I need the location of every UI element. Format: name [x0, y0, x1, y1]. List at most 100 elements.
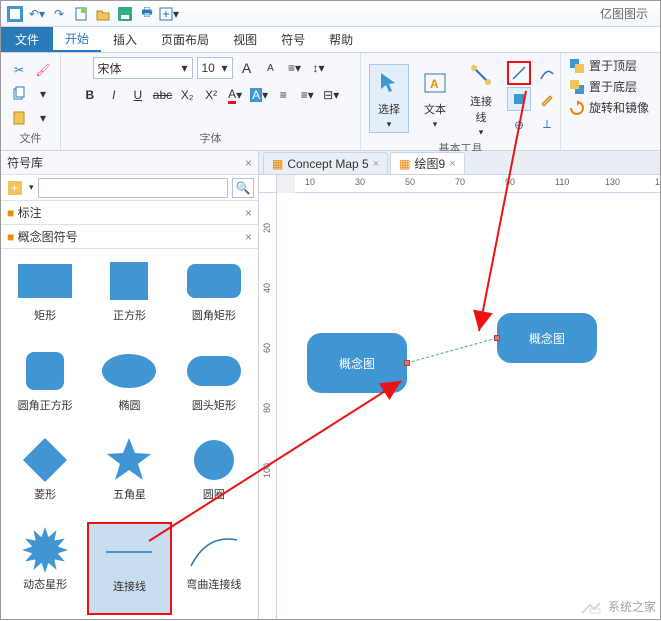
doc-tab-1[interactable]: ▦Concept Map 5×: [263, 152, 388, 174]
shape-diamond[interactable]: 菱形: [3, 432, 87, 522]
shapes-grid: 矩形 正方形 圆角矩形 圆角正方形 椭圆 圆头矩形 菱形 五角星 圆圈 动态星形…: [1, 249, 258, 619]
bold-button[interactable]: B: [80, 85, 100, 105]
quick-access-toolbar: ↶▾ ↷ 🖶 ▾: [5, 4, 179, 24]
redo-button[interactable]: ↷: [49, 4, 69, 24]
shape-rectangle[interactable]: 矩形: [3, 253, 87, 343]
select-tool-button[interactable]: 选择▾: [369, 64, 409, 133]
symbol-library-panel: 符号库 × + ▾ 🔍 ■ 标注× ■ 概念图符号× 矩形 正方形 圆角矩形 圆…: [1, 151, 259, 619]
connector-handle[interactable]: [494, 335, 500, 341]
concept-node-1[interactable]: 概念图: [307, 333, 407, 393]
font-color-button[interactable]: A▾: [225, 85, 245, 105]
doc-tab-2[interactable]: ▦绘图9×: [390, 152, 464, 174]
strike-button[interactable]: abc: [152, 85, 173, 105]
cursor-icon: [373, 67, 405, 99]
svg-text:A: A: [430, 77, 439, 91]
export-button[interactable]: ▾: [159, 4, 179, 24]
add-library-button[interactable]: +: [5, 178, 25, 198]
panel-title-bar: 符号库 ×: [1, 151, 258, 175]
align-left-icon[interactable]: ≡: [273, 85, 293, 105]
workspace: 符号库 × + ▾ 🔍 ■ 标注× ■ 概念图符号× 矩形 正方形 圆角矩形 圆…: [1, 151, 660, 619]
svg-text:+: +: [11, 181, 18, 195]
menu-bar: 文件 开始 插入 页面布局 视图 符号 帮助: [1, 27, 660, 53]
cut-icon[interactable]: ✂: [9, 60, 29, 80]
open-button[interactable]: [93, 4, 113, 24]
new-button[interactable]: [71, 4, 91, 24]
shape-stadium[interactable]: 圆头矩形: [172, 343, 256, 433]
font-shrink-button[interactable]: A: [261, 58, 281, 78]
line-tool-button[interactable]: [507, 61, 531, 85]
shape-burst[interactable]: 动态星形: [3, 522, 87, 616]
shape-rounded-rect[interactable]: 圆角矩形: [172, 253, 256, 343]
brush-icon[interactable]: 🖌: [33, 60, 53, 80]
panel-search-row: + ▾ 🔍: [1, 175, 258, 201]
title-bar: ↶▾ ↷ 🖶 ▾ 亿图图示: [1, 1, 660, 27]
curve-tool-button[interactable]: [535, 61, 559, 85]
search-input[interactable]: [38, 178, 228, 198]
group-label-file: 文件: [9, 130, 52, 146]
italic-button[interactable]: I: [104, 85, 124, 105]
search-button[interactable]: 🔍: [232, 178, 254, 198]
connector-tool-button[interactable]: 连接线▾: [461, 57, 501, 140]
shape-connector-line[interactable]: 连接线: [87, 522, 171, 616]
clipboard-more[interactable]: ▾: [33, 108, 53, 128]
canvas[interactable]: 概念图 概念图: [277, 193, 660, 619]
rotate-button[interactable]: 旋转和镜像: [569, 99, 649, 116]
category-callout[interactable]: ■ 标注×: [1, 201, 258, 225]
shape-ellipse[interactable]: 椭圆: [87, 343, 171, 433]
panel-title: 符号库: [7, 154, 43, 171]
send-back-button[interactable]: 置于底层: [569, 78, 637, 95]
font-size-select[interactable]: 10▾: [197, 57, 233, 79]
watermark: 系统之家: [580, 597, 656, 615]
font-name-select[interactable]: 宋体▾: [93, 57, 193, 79]
text-tool-button[interactable]: A 文本▾: [415, 65, 455, 132]
highlight-button[interactable]: A▾: [249, 85, 269, 105]
tab-layout[interactable]: 页面布局: [149, 27, 221, 52]
tab-home[interactable]: 开始: [53, 27, 101, 52]
tab-insert[interactable]: 插入: [101, 27, 149, 52]
close-icon[interactable]: ×: [373, 158, 379, 170]
print-button[interactable]: 🖶: [137, 4, 157, 24]
ribbon: ✂🖌 ▾ ▾ 文件 宋体▾ 10▾ A A ≡▾ ↕▾ B I U abc X₂…: [1, 53, 660, 151]
tab-help[interactable]: 帮助: [317, 27, 365, 52]
panel-close-button[interactable]: ×: [245, 156, 252, 170]
app-title: 亿图图示: [179, 5, 656, 22]
close-icon[interactable]: ×: [449, 158, 455, 170]
shape-square[interactable]: 正方形: [87, 253, 171, 343]
crop-tool-button[interactable]: ⟂: [535, 113, 559, 137]
file-tab[interactable]: 文件: [1, 27, 53, 52]
anchor-tool-button[interactable]: ⊕: [507, 113, 531, 137]
subscript-button[interactable]: X₂: [177, 85, 197, 105]
pen-tool-button[interactable]: [535, 87, 559, 111]
ruler-vertical: 20406080100: [259, 193, 277, 619]
category-concept[interactable]: ■ 概念图符号×: [1, 225, 258, 249]
copy-icon[interactable]: [9, 84, 29, 104]
bring-front-button[interactable]: 置于顶层: [569, 57, 637, 74]
text-icon: A: [419, 67, 451, 99]
concept-node-2[interactable]: 概念图: [497, 313, 597, 363]
clipboard-icon[interactable]: [9, 108, 29, 128]
shape-tool-button[interactable]: [507, 87, 531, 111]
linespace-icon[interactable]: ↕▾: [309, 58, 329, 78]
shape-rounded-square[interactable]: 圆角正方形: [3, 343, 87, 433]
logo-icon[interactable]: [5, 4, 25, 24]
tab-symbol[interactable]: 符号: [269, 27, 317, 52]
save-button[interactable]: [115, 4, 135, 24]
group-tools: 选择▾ A 文本▾ 连接线▾ ⊕: [361, 53, 561, 150]
bullets-icon[interactable]: ≡▾: [285, 58, 305, 78]
underline-button[interactable]: U: [128, 85, 148, 105]
canvas-area: ▦Concept Map 5× ▦绘图9× 103050709011013015…: [259, 151, 660, 619]
document-tabs: ▦Concept Map 5× ▦绘图9×: [259, 151, 660, 175]
shape-curved-connector[interactable]: 弯曲连接线: [172, 522, 256, 616]
paste-icon[interactable]: ▾: [33, 84, 53, 104]
shape-circle[interactable]: 圆圈: [172, 432, 256, 522]
align-vert-icon[interactable]: ⊟▾: [321, 85, 341, 105]
superscript-button[interactable]: X²: [201, 85, 221, 105]
align-center-icon[interactable]: ≡▾: [297, 85, 317, 105]
tab-view[interactable]: 视图: [221, 27, 269, 52]
group-font: 宋体▾ 10▾ A A ≡▾ ↕▾ B I U abc X₂ X² A▾ A▾ …: [61, 53, 361, 150]
group-file: ✂🖌 ▾ ▾ 文件: [1, 53, 61, 150]
font-grow-button[interactable]: A: [237, 58, 257, 78]
undo-button[interactable]: ↶▾: [27, 4, 47, 24]
connector-handle[interactable]: [404, 360, 410, 366]
shape-star[interactable]: 五角星: [87, 432, 171, 522]
